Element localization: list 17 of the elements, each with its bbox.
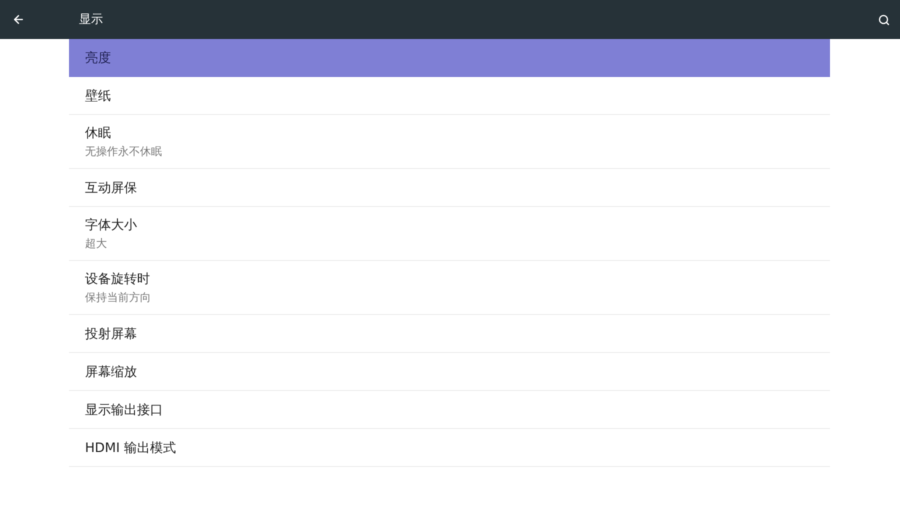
search-button[interactable] [878, 14, 890, 26]
settings-item[interactable]: 亮度 [69, 39, 830, 77]
screen-title: 显示 [79, 11, 104, 28]
item-title: 屏幕缩放 [85, 364, 138, 380]
item-title: 设备旋转时 [85, 271, 151, 288]
item-title: 休眠 [85, 125, 112, 142]
item-summary: 保持当前方向 [85, 290, 152, 305]
item-title: 投射屏幕 [85, 326, 138, 342]
item-title: 字体大小 [85, 217, 138, 234]
item-title: 壁纸 [85, 88, 112, 104]
item-title: 亮度 [85, 50, 112, 66]
item-title: 互动屏保 [85, 180, 138, 196]
item-title: 显示输出接口 [85, 402, 164, 418]
item-summary: 超大 [85, 236, 108, 251]
item-summary: 无操作永不休眠 [85, 144, 163, 159]
back-button[interactable] [12, 13, 25, 26]
item-title: HDMI 输出模式 [85, 440, 177, 456]
